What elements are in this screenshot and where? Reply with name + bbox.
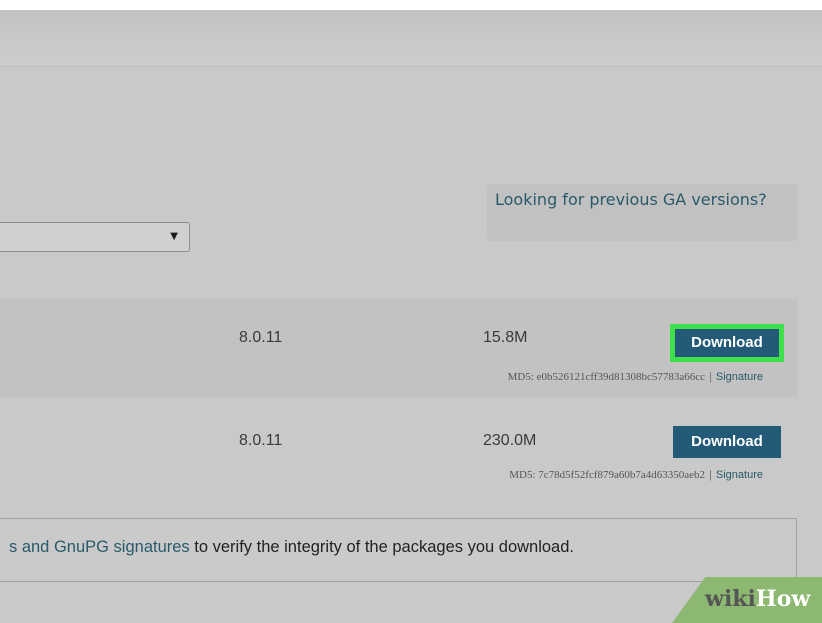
dropdown-arrow-icon: ▼ [170,231,178,242]
version-cell: 8.0.11 [239,432,283,449]
download-button[interactable]: Download [673,426,781,458]
wikihow-logo: wikiHow [705,586,810,612]
notice-rest: to verify the integrity of the packages … [189,538,574,556]
md5-line: MD5: 7c78d5f52fcf879a60b7a4d63350aeb2 | Si… [509,469,763,481]
wikihow-wiki: wiki [705,586,756,612]
gnupg-signatures-link[interactable]: s and GnuPG signatures [9,538,190,556]
top-bar [0,10,822,67]
signature-link[interactable]: Signature [716,469,763,481]
version-cell: 8.0.11 [239,329,283,346]
previous-versions-link[interactable]: Looking for previous GA versions? [495,190,775,210]
size-cell: 15.8M [483,329,528,346]
md5-checksum: MD5: 7c78d5f52fcf879a60b7a4d63350aeb2 [509,469,706,481]
download-page: ▼ Looking for previous GA versions? 8.0.… [0,10,822,623]
md5-checksum: MD5: e0b526121cff39d81308bc57783a66cc [507,371,706,383]
table-row: 8.0.11 15.8M Download MD5: e0b526121cff3… [0,299,797,397]
separator: | [709,371,712,383]
previous-versions-box: Looking for previous GA versions? [487,184,798,241]
size-cell: 230.0M [483,432,537,449]
wikihow-how: How [755,586,811,612]
separator: | [709,469,712,481]
table-row: 8.0.11 230.0M Download MD5: 7c78d5f52fcf… [0,399,797,501]
os-select-dropdown[interactable]: ▼ [0,222,190,252]
integrity-notice: s and GnuPG signatures to verify the int… [0,518,797,582]
signature-link[interactable]: Signature [716,371,763,383]
download-button[interactable]: Download [670,324,784,362]
notice-text: s and GnuPG signatures to verify the int… [9,538,574,557]
md5-line: MD5: e0b526121cff39d81308bc57783a66cc | Si… [508,371,763,383]
